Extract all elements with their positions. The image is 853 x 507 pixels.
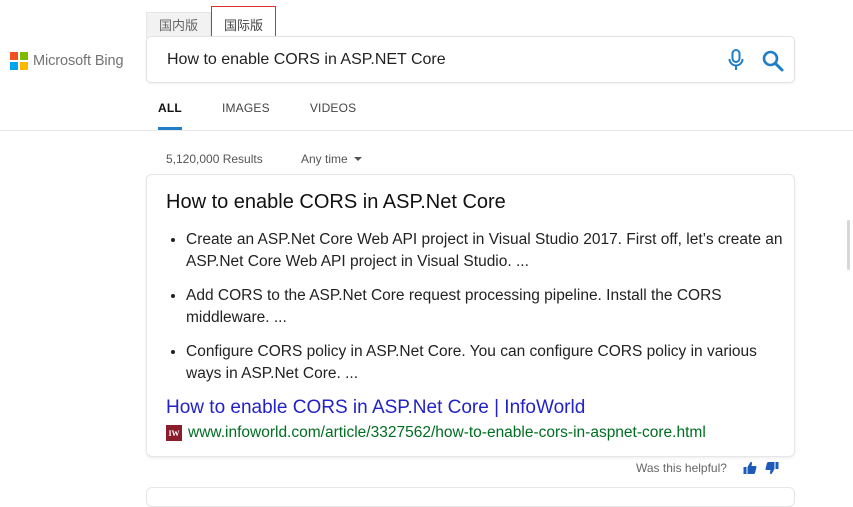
result-url-row: IW www.infoworld.com/article/3327562/how… [166,424,706,442]
answer-bullet: Add CORS to the ASP.Net Core request pro… [186,285,786,329]
infoworld-favicon-icon: IW [166,425,182,441]
search-box [146,36,795,83]
time-filter-label: Any time [301,152,348,166]
logo-square-red [10,52,18,60]
tab-videos[interactable]: VIDEOS [310,94,357,130]
next-result-card [146,487,795,507]
scrollbar[interactable] [847,220,850,270]
result-url[interactable]: www.infoworld.com/article/3327562/how-to… [188,424,706,442]
microsoft-logo-icon [10,52,28,70]
answer-card: How to enable CORS in ASP.Net Core Creat… [146,174,795,457]
time-filter-dropdown[interactable]: Any time [301,152,362,166]
logo-text: Microsoft Bing [33,53,124,69]
search-icon[interactable] [762,50,784,72]
search-input[interactable] [167,49,707,71]
results-count: 5,120,000 Results [166,152,263,166]
header-divider [0,130,853,131]
caret-down-icon [353,157,362,161]
tab-all[interactable]: ALL [158,94,182,130]
bing-logo[interactable]: Microsoft Bing [10,52,124,70]
tab-images[interactable]: IMAGES [222,94,270,130]
feedback-label: Was this helpful? [636,461,727,475]
logo-square-green [20,52,28,60]
region-tab-domestic[interactable]: 国内版 [146,12,212,38]
answer-title: How to enable CORS in ASP.Net Core [166,191,506,213]
feedback-row: Was this helpful? [636,461,779,475]
logo-square-yellow [20,62,28,70]
thumbs-up-icon[interactable] [743,461,757,475]
region-tab-international[interactable]: 国际版 [211,6,277,40]
mic-icon[interactable] [727,49,745,71]
result-title-link[interactable]: How to enable CORS in ASP.Net Core | Inf… [166,397,585,419]
thumbs-down-icon[interactable] [765,461,779,475]
answer-bullet: Configure CORS policy in ASP.Net Core. Y… [186,341,786,385]
scope-tabs: ALL IMAGES VIDEOS [158,94,396,130]
logo-square-blue [10,62,18,70]
answer-bullet: Create an ASP.Net Core Web API project i… [186,229,786,273]
answer-bullet-list: Create an ASP.Net Core Web API project i… [166,229,786,397]
